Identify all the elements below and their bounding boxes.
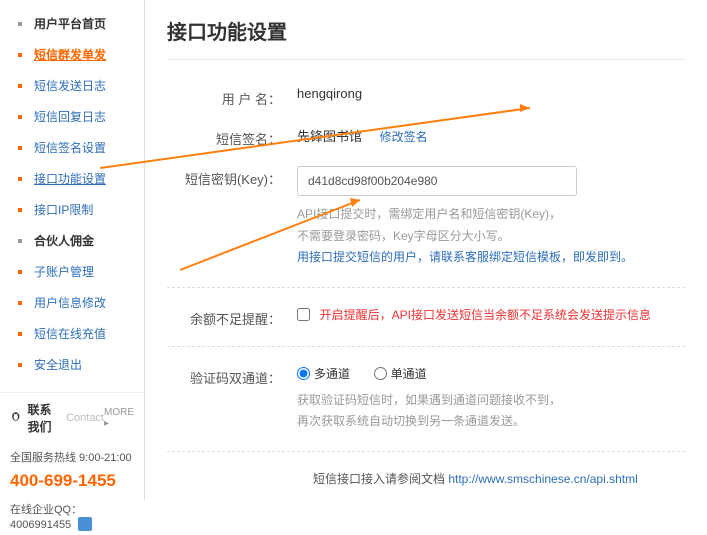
nav-partner[interactable]: 合伙人佣金 [0, 225, 144, 256]
nav-api-setting[interactable]: 接口功能设置 [0, 163, 144, 194]
page-title: 接口功能设置 [167, 16, 685, 60]
qq-line: 在线企业QQ：4006991455 [0, 497, 144, 535]
user-value: hengqirong [297, 86, 685, 101]
hotline-label: 全国服务热线 9:00-21:00 [0, 443, 144, 471]
balance-text: 开启提醒后，API接口发送短信当余额不足系统会发送提示信息 [320, 308, 651, 322]
nav-recharge[interactable]: 短信在线充值 [0, 318, 144, 349]
nav-reply-log[interactable]: 短信回复日志 [0, 101, 144, 132]
nav-home[interactable]: 用户平台首页 [0, 8, 144, 39]
contact-header: 联系我们 Contact MORE ▸ [0, 392, 144, 443]
balance-checkbox[interactable] [297, 308, 310, 321]
channel-hint: 获取验证码短信时，如果遇到通道问题接收不到， 再次获取系统自动切换到另一条通道发… [297, 390, 685, 433]
main-content: 接口功能设置 用 户 名： hengqirong 短信签名： 先锋图书馆 修改签… [145, 0, 707, 500]
edit-sign-link[interactable]: 修改签名 [380, 130, 428, 144]
nav-ip-limit[interactable]: 接口IP限制 [0, 194, 144, 225]
footer-note: 短信接口接入请参阅文档 http://www.smschinese.cn/api… [167, 470, 685, 487]
more-link[interactable]: MORE ▸ [104, 407, 134, 429]
hotline-number: 400-699-1455 [0, 471, 144, 497]
penguin-icon [10, 410, 22, 426]
radio-multi[interactable]: 多通道 [297, 367, 350, 381]
api-doc-link[interactable]: http://www.smschinese.cn/api.shtml [448, 472, 637, 486]
nav-logout[interactable]: 安全退出 [0, 349, 144, 380]
key-label: 短信密钥(Key)： [167, 166, 297, 188]
nav-send-log[interactable]: 短信发送日志 [0, 70, 144, 101]
channel-label: 验证码双通道： [167, 365, 297, 387]
nav-subaccount[interactable]: 子账户管理 [0, 256, 144, 287]
qq-icon[interactable] [78, 517, 92, 531]
key-hint: API接口提交时，需绑定用户名和短信密钥(Key)， 不需要登录密码，Key字母… [297, 204, 685, 269]
sign-label: 短信签名： [167, 126, 297, 148]
sidebar: 用户平台首页 短信群发单发 短信发送日志 短信回复日志 短信签名设置 接口功能设… [0, 0, 145, 500]
nav-sms-send[interactable]: 短信群发单发 [0, 39, 144, 70]
key-input[interactable] [297, 166, 577, 196]
radio-single[interactable]: 单通道 [374, 367, 427, 381]
user-label: 用 户 名： [167, 86, 297, 108]
nav-sign-setting[interactable]: 短信签名设置 [0, 132, 144, 163]
sign-value: 先锋图书馆 [297, 129, 362, 144]
balance-label: 余额不足提醒： [167, 306, 297, 328]
nav-userinfo[interactable]: 用户信息修改 [0, 287, 144, 318]
